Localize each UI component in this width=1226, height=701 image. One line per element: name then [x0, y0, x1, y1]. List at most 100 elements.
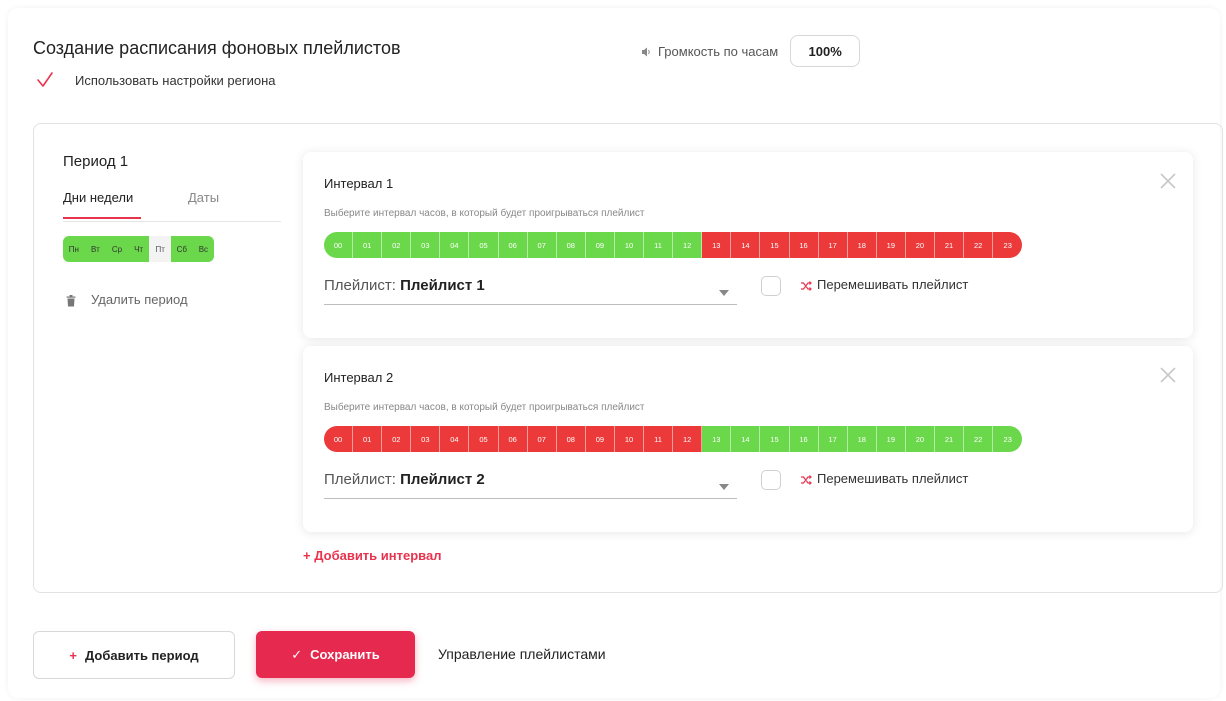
- save-label: Сохранить: [310, 647, 380, 662]
- day-wed[interactable]: Ср: [106, 236, 128, 262]
- page-title: Создание расписания фоновых плейлистов: [33, 38, 401, 58]
- chevron-down-icon: [719, 477, 729, 490]
- shuffle-checkbox[interactable]: [761, 276, 781, 296]
- chevron-down-icon: [719, 283, 729, 296]
- hour-cell[interactable]: 17: [818, 232, 848, 258]
- hour-cell[interactable]: 19: [876, 232, 906, 258]
- day-thu[interactable]: Чт: [127, 236, 150, 262]
- hour-cell[interactable]: 23: [993, 426, 1023, 452]
- hour-cell[interactable]: 04: [440, 426, 470, 452]
- hour-cell[interactable]: 11: [644, 426, 674, 452]
- shuffle-label: Перемешивать плейлист: [817, 471, 969, 486]
- interval-title: Интервал 1: [324, 176, 394, 191]
- hour-cell[interactable]: 19: [876, 426, 906, 452]
- hour-cell[interactable]: 10: [614, 232, 645, 258]
- hour-cell[interactable]: 14: [731, 232, 761, 258]
- tab-dates[interactable]: Даты: [188, 190, 219, 205]
- day-fri[interactable]: Пт: [149, 236, 171, 262]
- hour-cell[interactable]: 18: [847, 426, 877, 452]
- hour-cell[interactable]: 23: [993, 232, 1023, 258]
- hour-cell[interactable]: 21: [934, 426, 965, 452]
- hour-cell[interactable]: 02: [382, 426, 412, 452]
- close-icon[interactable]: [1159, 366, 1177, 384]
- interval-card-2: Интервал 2 Выберите интервал часов, в ко…: [303, 346, 1193, 532]
- hour-cell[interactable]: 06: [498, 426, 528, 452]
- use-region-setting[interactable]: Использовать настройки региона: [35, 70, 276, 90]
- shuffle-option[interactable]: Перемешивать плейлист: [800, 277, 968, 292]
- hour-cell[interactable]: 04: [440, 232, 470, 258]
- hour-selector: 00 01 02 03 04 05 06 07 08 09 10 11 12 13 14 15 16 17 18 19…: [324, 426, 1023, 452]
- hour-cell[interactable]: 20: [905, 426, 935, 452]
- hour-cell[interactable]: 15: [760, 232, 790, 258]
- volume-by-hours: Громкость по часам 100%: [640, 35, 861, 67]
- volume-label: Громкость по часам: [658, 43, 779, 59]
- hour-cell[interactable]: 21: [934, 232, 965, 258]
- hour-cell[interactable]: 05: [469, 426, 499, 452]
- playlist-prefix-text: Плейлист:: [324, 277, 396, 294]
- manage-playlists-link[interactable]: Управление плейлистами: [438, 646, 606, 662]
- playlist-name: Плейлист 2: [400, 471, 485, 488]
- hour-cell[interactable]: 20: [905, 232, 935, 258]
- hour-cell[interactable]: 09: [585, 232, 615, 258]
- hour-cell[interactable]: 10: [614, 426, 645, 452]
- playlist-select[interactable]: Плейлист: Плейлист 2: [324, 467, 737, 499]
- shuffle-label: Перемешивать плейлист: [817, 277, 969, 292]
- hour-cell[interactable]: 03: [411, 426, 441, 452]
- day-mon[interactable]: Пн: [63, 236, 85, 262]
- delete-period-button[interactable]: Удалить период: [66, 292, 188, 307]
- shuffle-icon: [800, 473, 812, 485]
- hour-cell[interactable]: 08: [556, 426, 586, 452]
- close-icon[interactable]: [1159, 172, 1177, 190]
- hour-cell[interactable]: 16: [789, 232, 819, 258]
- hour-cell[interactable]: 12: [673, 232, 703, 258]
- add-period-button[interactable]: + Добавить период: [33, 631, 235, 679]
- hour-cell[interactable]: 11: [644, 232, 674, 258]
- interval-hint: Выберите интервал часов, в который будет…: [324, 208, 645, 219]
- day-tue[interactable]: Вт: [84, 236, 107, 262]
- hour-cell[interactable]: 02: [382, 232, 412, 258]
- day-sat[interactable]: Сб: [170, 236, 193, 262]
- active-tab-indicator: [63, 217, 141, 219]
- speaker-icon: [640, 45, 652, 57]
- hour-cell[interactable]: 08: [556, 232, 586, 258]
- hour-cell[interactable]: 13: [702, 232, 732, 258]
- hour-selector: 00 01 02 03 04 05 06 07 08 09 10 11 12 13 14 15 16 17 18 19…: [324, 232, 1023, 258]
- weekday-selector: Пн Вт Ср Чт Пт Сб Вс: [63, 236, 215, 262]
- check-icon: ✓: [291, 646, 303, 662]
- hour-cell[interactable]: 12: [673, 426, 703, 452]
- hour-cell[interactable]: 05: [469, 232, 499, 258]
- hour-cell[interactable]: 07: [527, 232, 557, 258]
- checkmark-icon[interactable]: [35, 70, 55, 90]
- hour-cell[interactable]: 18: [847, 232, 877, 258]
- playlist-select[interactable]: Плейлист: Плейлист 1: [324, 273, 737, 305]
- add-interval-button[interactable]: + Добавить интервал: [303, 548, 441, 563]
- hour-cell[interactable]: 09: [585, 426, 615, 452]
- shuffle-option[interactable]: Перемешивать плейлист: [800, 471, 968, 486]
- hour-cell[interactable]: 01: [353, 232, 383, 258]
- volume-value-button[interactable]: 100%: [790, 35, 861, 67]
- save-button[interactable]: ✓ Сохранить: [256, 631, 415, 678]
- interval-card-1: Интервал 1 Выберите интервал часов, в ко…: [303, 152, 1193, 338]
- playlist-name: Плейлист 1: [400, 277, 485, 294]
- hour-cell[interactable]: 06: [498, 232, 528, 258]
- period-tabs: Дни недели Даты: [63, 190, 281, 222]
- hour-cell[interactable]: 16: [789, 426, 819, 452]
- hour-cell[interactable]: 14: [731, 426, 761, 452]
- add-period-label: Добавить период: [84, 647, 199, 663]
- shuffle-icon: [800, 279, 812, 291]
- hour-cell[interactable]: 22: [964, 232, 994, 258]
- tab-weekdays[interactable]: Дни недели: [63, 190, 133, 205]
- hour-cell[interactable]: 07: [527, 426, 557, 452]
- hour-cell[interactable]: 03: [411, 232, 441, 258]
- hour-cell[interactable]: 13: [702, 426, 732, 452]
- playlist-prefix: Плейлист: Плейлист 1: [324, 277, 485, 294]
- hour-cell[interactable]: 22: [964, 426, 994, 452]
- playlist-prefix: Плейлист: Плейлист 2: [324, 471, 485, 488]
- hour-cell[interactable]: 00: [324, 232, 354, 258]
- hour-cell[interactable]: 15: [760, 426, 790, 452]
- day-sun[interactable]: Вс: [192, 236, 215, 262]
- hour-cell[interactable]: 01: [353, 426, 383, 452]
- shuffle-checkbox[interactable]: [761, 470, 781, 490]
- hour-cell[interactable]: 17: [818, 426, 848, 452]
- hour-cell[interactable]: 00: [324, 426, 354, 452]
